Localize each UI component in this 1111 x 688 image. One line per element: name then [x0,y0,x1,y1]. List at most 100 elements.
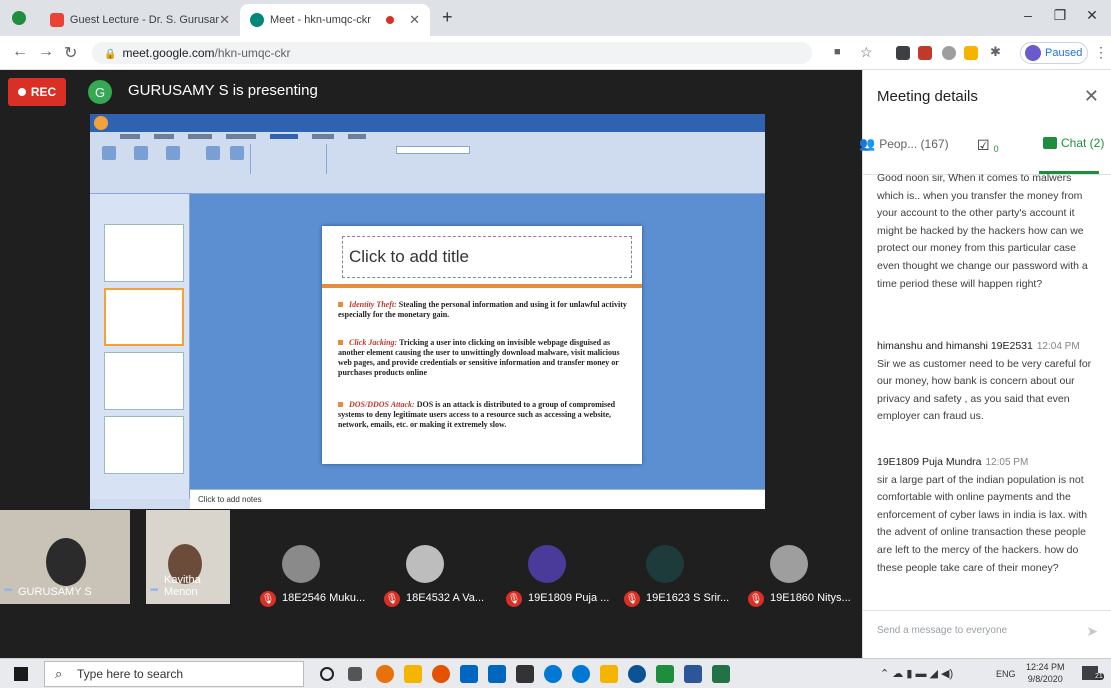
slide-thumbnail [104,352,184,410]
edge-icon[interactable] [544,665,562,683]
message-header: 19E1809 Puja Mundra 12:05 PM [877,454,1099,472]
bullet-head: Click Jacking: [349,338,398,347]
tab-people-label: Peop... (167) [879,137,949,151]
tab-people[interactable]: 👥 Peop... (167) [859,136,949,152]
video-tile[interactable]: ••• GURUSAMY S [0,510,130,604]
tab-title: Guest Lecture - Dr. S. Gurusamy [69,14,220,26]
recording-badge: REC [8,78,66,106]
app-icon[interactable] [600,665,618,683]
ppt-titlebar [90,114,765,132]
activities-icon: ☑ [977,136,990,153]
participant-name: 19E1860 Nitys... [770,592,851,604]
tab-chat[interactable]: Chat (2) [1043,136,1104,150]
close-window-button[interactable]: ✕ [1072,0,1111,30]
avatar [770,545,808,583]
bookmark-star-icon[interactable]: ☆ [860,44,873,61]
taskbar-search[interactable]: ⌕ Type here to search [44,661,304,687]
slide: Click to add title Identity Theft: Steal… [322,226,642,464]
close-tab-icon[interactable]: ✕ [409,12,420,28]
message-text: Good noon sir, When it comes to malwers … [877,174,1088,290]
ribbon-button [200,146,226,180]
chat-message: Good noon sir, When it comes to malwers … [877,174,1099,293]
mail-icon[interactable] [460,665,478,683]
menu-kebab-icon[interactable]: ⋮ [1094,44,1108,61]
gmail-icon [50,13,64,27]
avatar [1025,45,1041,61]
app-icon[interactable] [628,665,646,683]
recording-indicator-icon [386,16,394,24]
shared-screen: Click to add title Identity Theft: Steal… [90,114,765,509]
url-field[interactable]: 🔒 meet.google.com/hkn-umqc-ckr [92,42,812,64]
clock-date: 9/8/2020 [1027,674,1063,684]
reload-icon[interactable]: ↻ [64,43,77,63]
search-icon: ⌕ [55,666,63,681]
video-tile[interactable]: ••• Kavitha Menon [146,510,230,604]
taskbar-clock[interactable]: 12:24 PM 9/8/2020 [1026,661,1065,685]
windows-taskbar: ⌕ Type here to search ⌃ ☁ ▮ ▬ ◢ ◀) ENG 1… [0,658,1111,688]
presenter-avatar: G [88,80,112,104]
activities-count: 0 [993,144,999,154]
file-explorer-icon[interactable] [404,665,422,683]
presenter-status: GURUSAMY S is presenting [128,82,318,99]
avatar [282,545,320,583]
cortana-icon[interactable] [320,667,334,681]
slide-title-placeholder: Click to add title [342,236,632,278]
close-tab-icon[interactable]: ✕ [219,12,230,28]
app-icon[interactable] [488,665,506,683]
slide-thumbnail [104,288,184,346]
tray-icons[interactable]: ⌃ ☁ ▮ ▬ ◢ ◀) [880,667,953,680]
tab-meet[interactable]: Meet - hkn-umqc-ckr ✕ [240,4,430,36]
meet-icon [250,13,264,27]
chrome-icon[interactable] [376,665,394,683]
extensions-puzzle-icon[interactable]: ✱ [990,44,1001,60]
chat-input[interactable]: Send a message to everyone [877,625,1007,636]
new-tab-button[interactable]: + [442,7,453,28]
profile-button[interactable]: Paused [1020,42,1088,64]
record-dot-icon [17,88,26,96]
ribbon-group [250,144,320,174]
slide-thumbnail [104,224,184,282]
ribbon-group [326,144,386,174]
address-bar-row: ← → ↻ 🔒 meet.google.com/hkn-umqc-ckr ■ ☆ … [0,36,1111,70]
mic-off-icon: 🎙 [506,591,522,607]
store-icon[interactable] [516,665,534,683]
language-indicator[interactable]: ENG [996,669,1016,679]
chat-message: himanshu and himanshi 19E2531 12:04 PM Si… [877,338,1099,426]
app-icon[interactable] [432,665,450,683]
chat-compose[interactable]: Send a message to everyone ➤ [863,610,1111,658]
tab-guest-lecture[interactable]: Guest Lecture - Dr. S. Gurusamy ✕ [40,4,240,36]
message-sender: 19E1809 Puja Mundra [877,456,982,468]
task-view-icon[interactable] [348,667,362,681]
slide-bullet: Identity Theft: Stealing the personal in… [338,300,634,320]
extension-icon[interactable] [918,46,932,60]
ppt-ribbon-tabs [120,134,366,139]
participant-name: 19E1809 Puja ... [528,592,610,604]
tab-activities[interactable]: ☑ 0 [977,136,999,155]
url-path: /hkn-umqc-ckr [214,46,291,60]
tab-search-icon[interactable] [12,11,26,25]
forward-icon[interactable]: → [38,43,54,61]
camera-icon[interactable]: ■ [834,46,841,58]
word-icon[interactable] [684,665,702,683]
back-icon[interactable]: ← [12,43,28,61]
tile-name: Kavitha Menon [164,574,201,598]
message-text: Sir we as customer need to be very caref… [877,357,1092,423]
profile-status: Paused [1045,47,1083,59]
excel-icon[interactable] [712,665,730,683]
windows-start-icon[interactable] [14,667,28,681]
mic-off-icon: 🎙 [748,591,764,607]
app-icon[interactable] [572,665,590,683]
message-time: 12:05 PM [985,457,1029,468]
ribbon-button [224,146,250,180]
slide-canvas: Click to add title Identity Theft: Steal… [190,194,765,489]
mic-off-icon: 🎙 [624,591,640,607]
app-icon[interactable] [656,665,674,683]
extension-icon[interactable] [942,46,956,60]
extension-icon[interactable] [964,46,978,60]
slide-notes: Click to add notes [190,489,765,509]
message-text: sir a large part of the indian populatio… [877,473,1088,574]
close-icon[interactable]: ✕ [1084,86,1099,107]
slide-accent-bar [322,284,642,288]
extension-icon[interactable] [896,46,910,60]
send-icon[interactable]: ➤ [1086,623,1098,640]
